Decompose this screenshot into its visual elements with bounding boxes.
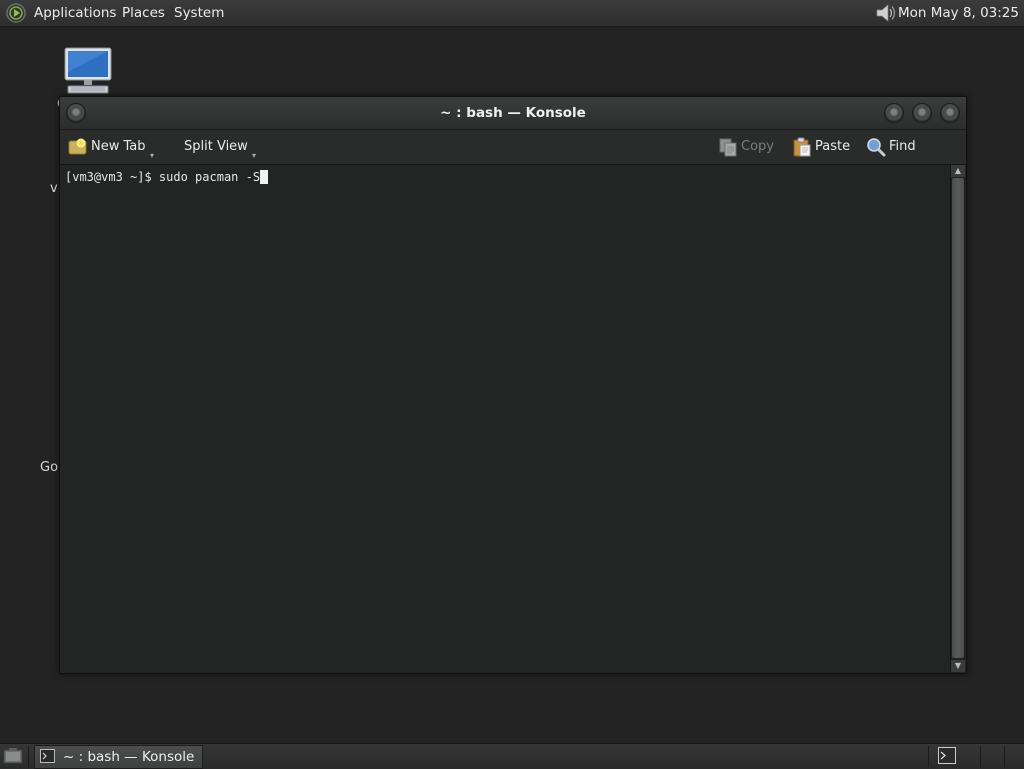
menu-system[interactable]: System <box>174 5 224 21</box>
taskbar-item-label: ~ : bash — Konsole <box>63 749 195 765</box>
konsole-window: ~ : bash — Konsole New Tab ▾ Split View … <box>59 96 967 674</box>
terminal-prompt: [vm3@vm3 ~]$ <box>65 170 159 184</box>
terminal-line: [vm3@vm3 ~]$ sudo pacman -S <box>65 170 269 184</box>
terminal-command: sudo pacman -S <box>158 170 261 184</box>
paste-button[interactable]: Paste <box>792 136 852 158</box>
search-icon <box>867 138 886 157</box>
find-button[interactable]: Find <box>866 136 926 158</box>
split-view-button[interactable]: Split View ▾ <box>184 136 264 160</box>
toolbar: New Tab ▾ Split View ▾ Copy Paste Find <box>60 130 966 165</box>
copy-button[interactable]: Copy <box>718 136 778 158</box>
panel-separator <box>980 746 981 767</box>
clock[interactable]: Mon May 8, 03:25 <box>898 5 1019 21</box>
terminal-scrollbar[interactable]: ▲ ▼ <box>950 165 965 672</box>
terminal-icon[interactable] <box>938 747 956 764</box>
scroll-up-button[interactable]: ▲ <box>951 165 965 177</box>
computer-icon[interactable] <box>62 46 114 96</box>
maximize-button[interactable] <box>912 103 932 123</box>
menu-applications[interactable]: Applications <box>34 5 116 21</box>
volume-icon[interactable] <box>874 3 898 23</box>
find-label: Find <box>889 139 916 154</box>
distro-logo-icon[interactable] <box>5 2 27 24</box>
split-view-label: Split View <box>184 139 248 154</box>
scroll-down-button[interactable]: ▼ <box>951 660 965 672</box>
panel-separator <box>928 746 929 767</box>
chevron-down-icon[interactable]: ▾ <box>150 145 154 167</box>
show-desktop-icon[interactable] <box>3 747 23 765</box>
bottom-panel: ~ : bash — Konsole <box>0 743 1024 769</box>
copy-label: Copy <box>741 139 774 154</box>
terminal-icon <box>40 749 55 763</box>
menu-places[interactable]: Places <box>122 5 165 21</box>
new-tab-button[interactable]: New Tab ▾ <box>68 136 158 160</box>
copy-icon <box>719 138 737 157</box>
close-button[interactable] <box>940 103 960 123</box>
text-cursor <box>260 170 269 184</box>
new-tab-icon <box>68 138 87 155</box>
taskbar-item-konsole[interactable]: ~ : bash — Konsole <box>34 745 203 769</box>
scrollbar-thumb[interactable] <box>952 178 964 658</box>
paste-label: Paste <box>815 139 851 154</box>
window-titlebar[interactable]: ~ : bash — Konsole <box>60 97 966 130</box>
desktop-icon-label[interactable]: Go <box>40 460 60 475</box>
chevron-down-icon[interactable]: ▾ <box>252 145 256 167</box>
new-tab-label: New Tab <box>91 139 146 154</box>
minimize-button[interactable] <box>884 103 904 123</box>
terminal-area[interactable]: [vm3@vm3 ~]$ sudo pacman -S <box>60 165 950 672</box>
panel-separator <box>1004 746 1005 767</box>
paste-icon <box>793 137 811 157</box>
top-panel: Applications Places System Mon May 8, 03… <box>0 0 1024 27</box>
panel-separator <box>28 746 29 767</box>
window-title: ~ : bash — Konsole <box>440 105 586 121</box>
